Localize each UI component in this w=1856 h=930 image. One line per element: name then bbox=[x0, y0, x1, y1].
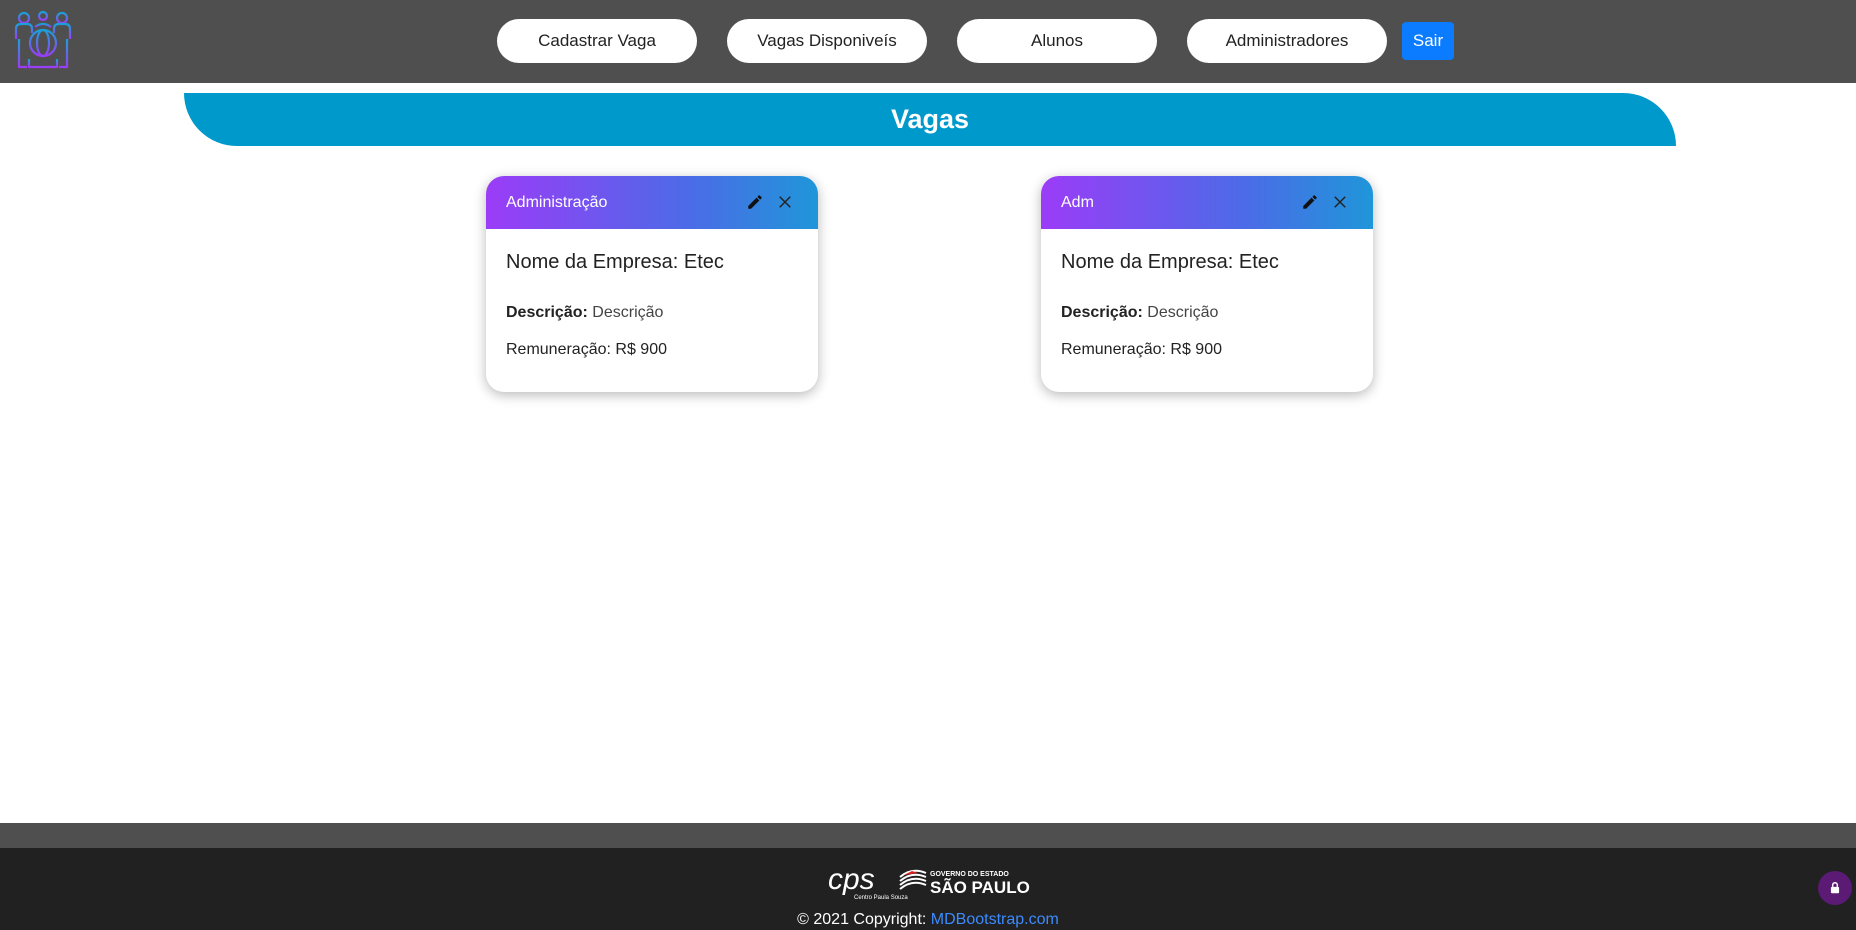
copyright-text: © 2021 Copyright: bbox=[797, 911, 927, 928]
nav-cadastrar-vaga[interactable]: Cadastrar Vaga bbox=[497, 19, 697, 63]
sao-paulo-government-logo-icon: GOVERNO DO ESTADO SÃO PAULO bbox=[899, 869, 1030, 897]
pencil-icon[interactable] bbox=[746, 193, 764, 211]
page-title: Vagas bbox=[890, 104, 970, 134]
mdbootstrap-link[interactable]: MDBootstrap.com bbox=[931, 911, 1059, 928]
svg-text:SÃO PAULO: SÃO PAULO bbox=[930, 877, 1030, 897]
job-card-body: Nome da Empresa: Etec Descrição: Descriç… bbox=[1041, 229, 1373, 359]
copyright: © 2021 Copyright: MDBootstrap.com bbox=[0, 911, 1856, 929]
description-label: Descrição: bbox=[506, 304, 588, 321]
job-card-title: Adm bbox=[1061, 193, 1094, 211]
salary: Remuneração: R$ 900 bbox=[1061, 341, 1222, 358]
nav-vagas-disponiveis[interactable]: Vagas Disponiveís bbox=[727, 19, 927, 63]
people-globe-logo-icon[interactable] bbox=[13, 11, 73, 71]
footer: cps Centro Paula Souza GOVERNO DO ESTADO… bbox=[0, 848, 1856, 930]
description-row: Descrição: Descrição bbox=[506, 304, 798, 322]
description-label: Descrição: bbox=[1061, 304, 1143, 321]
navbar: Cadastrar Vaga Vagas Disponiveís Alunos … bbox=[0, 0, 1856, 83]
job-card: Administração Nome da Empresa: Etec Desc… bbox=[486, 176, 818, 392]
lock-glyph-icon bbox=[1830, 882, 1840, 894]
close-icon[interactable] bbox=[776, 193, 794, 211]
lock-icon[interactable] bbox=[1818, 871, 1852, 905]
salary: Remuneração: R$ 900 bbox=[506, 341, 667, 358]
pencil-icon[interactable] bbox=[1301, 193, 1319, 211]
svg-text:Centro Paula Souza: Centro Paula Souza bbox=[854, 895, 908, 901]
company-name: Nome da Empresa: Etec bbox=[1061, 251, 1279, 273]
job-card-header: Administração bbox=[486, 176, 818, 229]
nav-alunos[interactable]: Alunos bbox=[957, 19, 1157, 63]
description-row: Descrição: Descrição bbox=[1061, 304, 1353, 322]
footer-logos: cps Centro Paula Souza GOVERNO DO ESTADO… bbox=[828, 863, 1030, 901]
svg-text:cps: cps bbox=[828, 863, 875, 896]
job-card: Adm Nome da Empresa: Etec Descrição: Des… bbox=[1041, 176, 1373, 392]
company-name: Nome da Empresa: Etec bbox=[506, 251, 724, 273]
cps-logo-icon: cps Centro Paula Souza bbox=[828, 863, 908, 901]
footer-divider bbox=[0, 823, 1856, 848]
job-card-header: Adm bbox=[1041, 176, 1373, 229]
logout-button[interactable]: Sair bbox=[1402, 22, 1454, 60]
svg-text:GOVERNO DO ESTADO: GOVERNO DO ESTADO bbox=[930, 871, 1009, 878]
description-value: Descrição bbox=[592, 304, 664, 321]
nav-administradores[interactable]: Administradores bbox=[1187, 19, 1387, 63]
job-card-body: Nome da Empresa: Etec Descrição: Descriç… bbox=[486, 229, 818, 359]
job-card-title: Administração bbox=[506, 193, 608, 211]
description-value: Descrição bbox=[1147, 304, 1219, 321]
close-icon[interactable] bbox=[1331, 193, 1349, 211]
